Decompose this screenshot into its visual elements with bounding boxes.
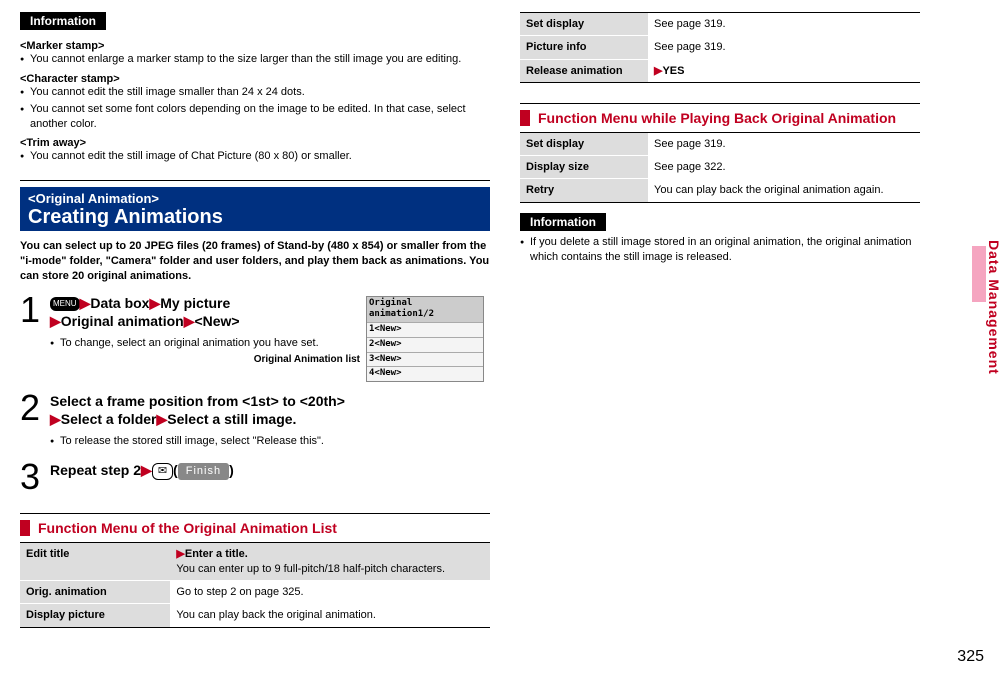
trim-item: You cannot edit the still image of Chat … (20, 149, 490, 164)
step-number-1: 1 (20, 294, 44, 326)
step2-note: To release the stored still image, selec… (50, 434, 490, 449)
table-label: Set display (520, 13, 648, 36)
table-label: Display picture (20, 604, 170, 627)
table-sub: You can enter up to 9 full-pitch/18 half… (176, 563, 445, 575)
step-number-2: 2 (20, 392, 44, 424)
thumb-row: 4<New> (367, 366, 483, 381)
heading-title: Creating Animations (28, 206, 223, 228)
information-label-2: Information (520, 213, 606, 231)
step2-line1: Select a frame position from <1st> to <2… (50, 393, 345, 409)
table-val: See page 319. (648, 132, 920, 155)
character-item: You cannot edit the still image smaller … (20, 85, 490, 100)
intro-paragraph: You can select up to 20 JPEG files (20 f… (20, 239, 490, 284)
step1-new: <New> (194, 313, 239, 329)
step1-mypicture: My picture (160, 295, 230, 311)
step1-note: To change, select an original animation … (50, 336, 484, 351)
arrow-icon: ▶ (50, 411, 61, 427)
step3-text: Repeat step 2 (50, 462, 141, 478)
red-marker-icon (20, 520, 30, 536)
trim-away-head: <Trim away> (20, 137, 490, 149)
table-val: See page 319. (648, 36, 920, 59)
mail-icon: ✉ (152, 463, 173, 479)
table-label: Picture info (520, 36, 648, 59)
table-val: See page 322. (648, 156, 920, 179)
top-right-table: Set display See page 319. Picture info S… (520, 12, 920, 83)
table-val: You can play back the original animation… (648, 179, 920, 202)
information-label: Information (20, 12, 106, 30)
step1-databox: Data box (90, 295, 149, 311)
table-val: You can play back the original animation… (170, 604, 490, 627)
table-val: Enter a title. (185, 548, 248, 560)
arrow-icon: ▶ (50, 313, 61, 329)
table-label: Retry (520, 179, 648, 202)
heading-subtitle: <Original Animation> (28, 191, 482, 206)
table-val: See page 319. (648, 13, 920, 36)
side-tab-color-block (972, 246, 986, 302)
function-menu-table: Edit title ▶Enter a title. You can enter … (20, 542, 490, 627)
step2-folder: Select a folder (61, 411, 157, 427)
marker-stamp-head: <Marker stamp> (20, 40, 490, 52)
table-val: Go to step 2 on page 325. (170, 581, 490, 604)
character-stamp-head: <Character stamp> (20, 73, 490, 85)
arrow-icon: ▶ (149, 295, 160, 311)
function-menu-title: Function Menu of the Original Animation … (38, 520, 337, 536)
arrow-icon: ▶ (156, 411, 167, 427)
step1-origanim: Original animation (61, 313, 184, 329)
finish-button-label: Finish (178, 463, 229, 479)
table-label: Orig. animation (20, 581, 170, 604)
arrow-icon: ▶ (176, 548, 184, 560)
arrow-icon: ▶ (184, 313, 195, 329)
page-number: 325 (20, 648, 984, 666)
arrow-icon: ▶ (80, 295, 91, 311)
table-val: YES (662, 65, 684, 77)
marker-item: You cannot enlarge a marker stamp to the… (20, 52, 490, 67)
function-menu-title-2: Function Menu while Playing Back Origina… (538, 110, 896, 126)
playback-table: Set display See page 319. Display size S… (520, 132, 920, 203)
step-number-3: 3 (20, 461, 44, 493)
arrow-icon: ▶ (141, 462, 152, 478)
table-label: Set display (520, 132, 648, 155)
step2-image: Select a still image. (167, 411, 296, 427)
character-item: You cannot set some font colors dependin… (20, 102, 490, 132)
thumb-head: Original animation1/2 (367, 297, 483, 322)
thumb-row: 1<New> (367, 322, 483, 337)
side-tab: Data Management (972, 240, 1002, 375)
table-label: Release animation (520, 59, 648, 82)
info-item: If you delete a still image stored in an… (520, 235, 920, 265)
red-marker-icon (520, 110, 530, 126)
thumb-row: 3<New> (367, 352, 483, 367)
table-label: Edit title (20, 543, 170, 581)
table-label: Display size (520, 156, 648, 179)
menu-icon: MENU (50, 297, 80, 311)
main-heading: <Original Animation> Creating Animations (20, 187, 490, 231)
